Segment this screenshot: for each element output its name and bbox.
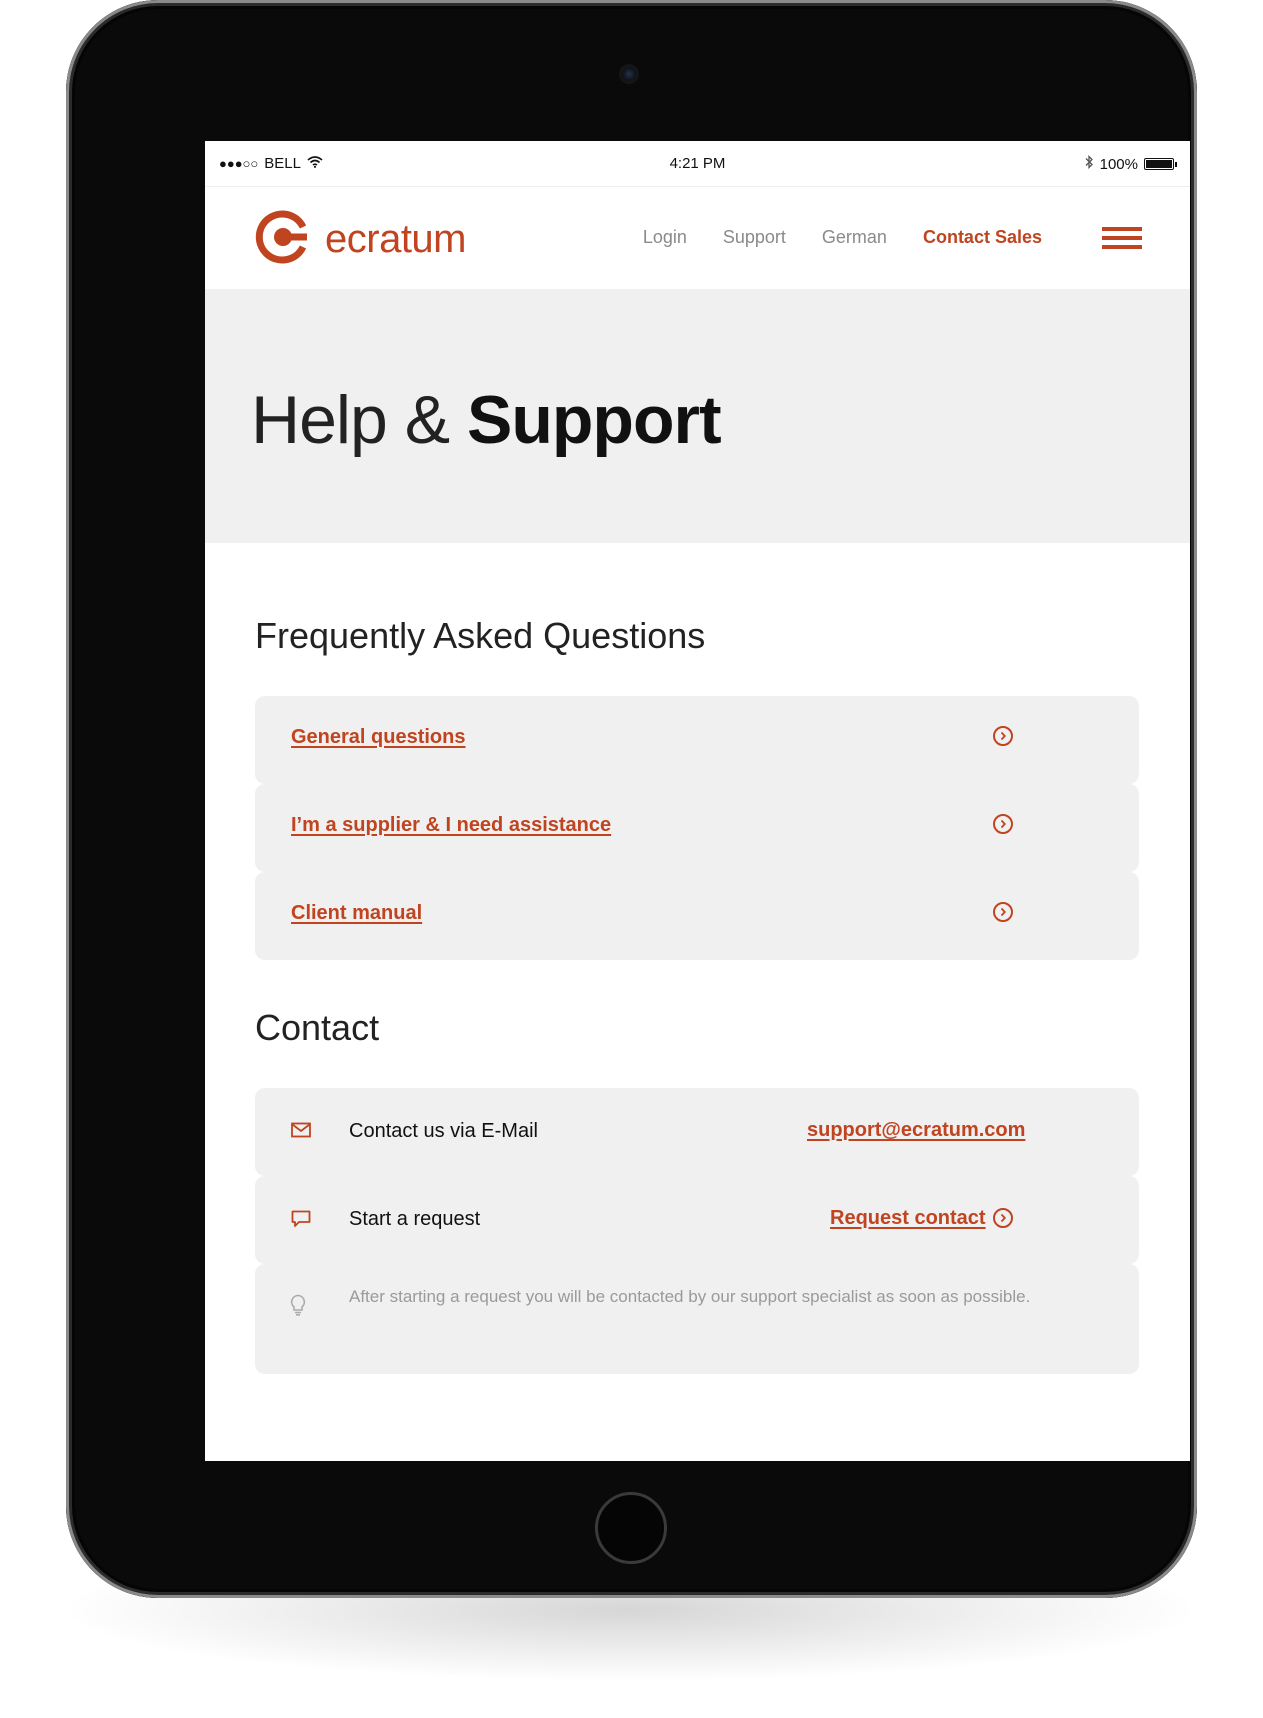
page-title: Help & Support — [251, 381, 722, 459]
faq-link-general[interactable]: General questions — [291, 726, 466, 749]
faq-item-supplier[interactable]: I’m a supplier & I need assistance — [255, 784, 1139, 872]
page-title-bold: Support — [467, 382, 722, 458]
contact-email-row: Contact us via E-Mail support@ecratum.co… — [255, 1088, 1139, 1176]
chevron-right-icon — [993, 814, 1013, 834]
site-header: ecratum Login Support German Contact Sal… — [205, 187, 1190, 289]
battery-percent: 100% — [1099, 155, 1138, 173]
support-email-link[interactable]: support@ecratum.com — [807, 1119, 1025, 1142]
main-nav: Login Support German Contact Sales — [643, 227, 1042, 248]
request-note-row: After starting a request you will be con… — [255, 1264, 1139, 1374]
hamburger-icon[interactable] — [1102, 227, 1142, 249]
faq-heading: Frequently Asked Questions — [255, 615, 706, 656]
mail-icon — [291, 1122, 311, 1143]
request-contact-link[interactable]: Request contact — [830, 1207, 986, 1230]
contact-request-row: Start a request Request contact — [255, 1176, 1139, 1264]
battery-fill — [1146, 160, 1172, 168]
front-camera — [621, 66, 637, 82]
status-time: 4:21 PM — [669, 155, 726, 172]
status-bar: ●●●○○ BELL 4:21 PM 100% — [205, 141, 1190, 187]
home-button[interactable] — [595, 1492, 667, 1564]
brand-name: ecratum — [325, 217, 467, 261]
chevron-right-icon[interactable] — [993, 1208, 1013, 1228]
faq-link-client-manual[interactable]: Client manual — [291, 902, 422, 925]
faq-item-general[interactable]: General questions — [255, 696, 1139, 784]
nav-german[interactable]: German — [822, 227, 887, 248]
battery-icon — [1144, 158, 1177, 170]
lightbulb-icon — [289, 1294, 307, 1321]
contact-request-label: Start a request — [349, 1208, 481, 1230]
nav-support[interactable]: Support — [723, 227, 786, 248]
ecratum-logo-icon — [255, 209, 311, 270]
nav-login[interactable]: Login — [643, 227, 687, 248]
page-title-light: Help & — [251, 382, 467, 458]
contact-email-label: Contact us via E-Mail — [349, 1120, 538, 1142]
nav-contact-sales[interactable]: Contact Sales — [923, 227, 1042, 248]
ipad-frame: ●●●○○ BELL 4:21 PM 100% ecratum Login Su… — [66, 0, 1197, 1598]
contact-heading: Contact — [255, 1007, 380, 1048]
chevron-right-icon — [993, 902, 1013, 922]
request-note-text: After starting a request you will be con… — [349, 1287, 1031, 1306]
brand-logo[interactable]: ecratum — [255, 209, 467, 270]
screen: ●●●○○ BELL 4:21 PM 100% ecratum Login Su… — [205, 141, 1190, 1461]
bluetooth-icon — [1084, 154, 1094, 173]
faq-item-client-manual[interactable]: Client manual — [255, 872, 1139, 960]
hero-banner: Help & Support — [205, 289, 1190, 543]
chevron-right-icon — [993, 726, 1013, 746]
status-right: 100% — [1084, 154, 1177, 173]
faq-link-supplier[interactable]: I’m a supplier & I need assistance — [291, 814, 611, 837]
chat-bubble-icon — [291, 1210, 311, 1233]
